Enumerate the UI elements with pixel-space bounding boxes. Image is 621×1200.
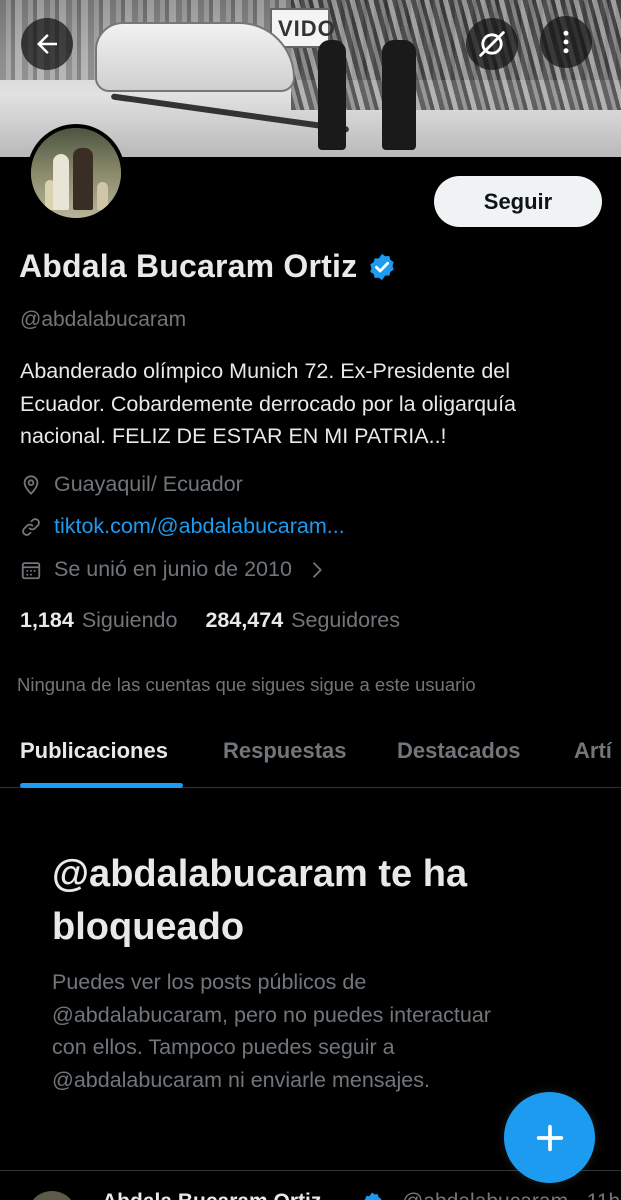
blocked-desc-line: Puedes ver los posts públicos de [52, 970, 367, 994]
blocked-title-line: @abdalabucaram te ha [52, 853, 468, 895]
profile-name: Abdala Bucaram Ortiz [19, 248, 358, 284]
followers-label: Seguidores [291, 608, 400, 632]
mutual-followers-notice: Ninguna de las cuentas que sigues sigue … [17, 674, 476, 695]
link-text[interactable]: tiktok.com/@abdalabucaram... [54, 514, 345, 539]
blocked-desc-line: con ellos. Tampoco puedes seguir a [52, 1035, 395, 1059]
location-text: Guayaquil/ Ecuador [54, 472, 243, 496]
verified-badge-icon[interactable] [367, 252, 397, 282]
followers-link[interactable]: 284,474 Seguidores [205, 608, 400, 633]
avatar-figure [73, 148, 93, 210]
blocked-title: @abdalabucaram te ha bloqueado [52, 848, 582, 954]
avatar-figure [53, 154, 69, 210]
blocked-desc-line: @abdalabucaram ni enviarle mensajes. [52, 1067, 430, 1092]
avatar[interactable] [27, 1191, 77, 1200]
plus-icon [536, 1124, 563, 1151]
profile-joined[interactable]: Se unió en junio de 2010 [20, 557, 326, 582]
chevron-right-icon [313, 561, 322, 578]
following-link[interactable]: 1,184 Siguiendo [20, 608, 177, 633]
joined-text: Se unió en junio de 2010 [54, 557, 292, 581]
no-signal-icon [479, 31, 505, 57]
profile-link[interactable]: tiktok.com/@abdalabucaram... [20, 514, 345, 539]
link-icon [22, 517, 40, 536]
banner-person [318, 40, 346, 150]
back-button[interactable] [21, 18, 73, 70]
profile-name-row: Abdala Bucaram Ortiz [19, 248, 397, 285]
follow-button[interactable]: Seguir [434, 176, 602, 227]
profile-avatar[interactable] [27, 124, 125, 222]
bio-line: Ecuador. Cobardemente derrocado por la o… [20, 391, 517, 416]
more-vertical-icon [563, 30, 569, 54]
tab-publicaciones[interactable]: Publicaciones [20, 738, 168, 764]
following-label: Siguiendo [81, 608, 178, 632]
tab-destacados[interactable]: Destacados [397, 738, 521, 764]
post-author-name: Abdala Bucaram Ortiz [102, 1190, 321, 1200]
profile-tabs: Publicaciones Respuestas Destacados Artí [0, 718, 621, 788]
followers-count: 284,474 [205, 608, 284, 632]
calendar-icon [21, 561, 41, 579]
bio-line: nacional. FELIZ DE ESTAR EN MI PATRIA..! [20, 424, 447, 448]
profile-bio: Abanderado olímpico Munich 72. Ex-Presid… [20, 355, 600, 453]
bio-line: Abanderado olímpico Munich 72. Ex-Presid… [20, 359, 511, 383]
blocked-title-line: bloqueado [52, 906, 245, 948]
blocked-desc-line: @abdalabucaram, pero no puedes interactu… [52, 1002, 491, 1027]
location-pin-icon [23, 474, 39, 495]
banner-person [382, 40, 416, 150]
profile-location: Guayaquil/ Ecuador [20, 472, 243, 497]
profile-handle: @abdalabucaram [20, 308, 187, 331]
active-tab-indicator [20, 783, 183, 788]
banner-helicopter [95, 22, 295, 92]
tab-articulos[interactable]: Artí [574, 738, 612, 764]
profile-stats: 1,184 Siguiendo 284,474 Seguidores [20, 608, 400, 633]
more-options-button[interactable] [540, 16, 592, 68]
post-meta: @abdalabucaram · 11h [402, 1190, 620, 1200]
following-count: 1,184 [20, 608, 74, 632]
blocked-description: Puedes ver los posts públicos de @abdala… [52, 966, 592, 1096]
arrow-left-icon [37, 34, 57, 54]
tab-respuestas[interactable]: Respuestas [223, 738, 347, 764]
avatar-figure [97, 182, 108, 210]
offline-mode-button[interactable] [466, 18, 518, 70]
verified-badge-icon [363, 1192, 382, 1200]
banner-sign-text: VIDO [278, 16, 336, 41]
compose-post-button[interactable] [504, 1092, 595, 1183]
